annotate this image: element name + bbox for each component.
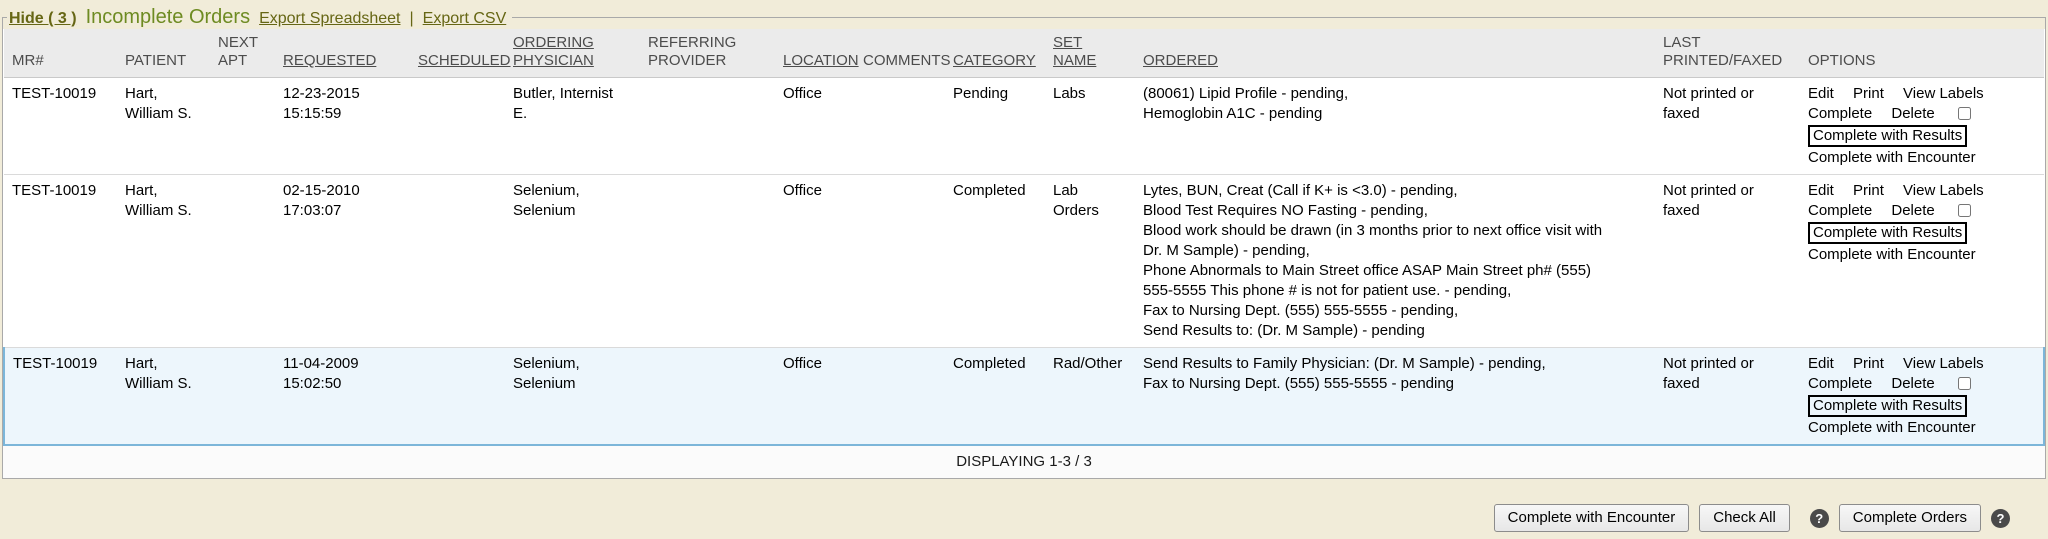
complete-link[interactable]: Complete [1808,202,1872,219]
cell-requested: 02-15-2010 17:03:07 [275,175,410,348]
cell-location: Office [775,78,855,175]
cell-ordering-physician: Selenium, Selenium [505,348,640,446]
help-icon[interactable]: ? [1810,509,1829,528]
column-header-mr: MR# [4,29,117,78]
cell-last-printed: Not printed or faxed [1655,175,1800,348]
cell-mr: TEST-10019 [4,348,117,446]
cell-scheduled [410,348,505,446]
edit-link[interactable]: Edit [1808,85,1834,102]
cell-category: Pending [945,78,1045,175]
print-link[interactable]: Print [1853,182,1884,199]
cell-ordered: Lytes, BUN, Creat (Call if K+ is <3.0) -… [1135,175,1655,348]
cell-ordered: (80061) Lipid Profile - pending, Hemoglo… [1135,78,1655,175]
cell-last-printed: Not printed or faxed [1655,78,1800,175]
cell-category: Completed [945,348,1045,446]
complete-with-results-link[interactable]: Complete with Results [1808,222,1967,244]
column-header-category[interactable]: CATEGORY [945,29,1045,78]
cell-set-name: Rad/Other [1045,348,1135,446]
cell-category: Completed [945,175,1045,348]
edit-link[interactable]: Edit [1808,355,1834,372]
cell-patient: Hart, William S. [117,78,210,175]
cell-next-apt [210,78,275,175]
complete-orders-button[interactable]: Complete Orders [1839,504,1981,532]
cell-options: Edit Print View Labels Complete Delete C… [1800,348,2044,446]
cell-mr: TEST-10019 [4,175,117,348]
column-header-ordered[interactable]: ORDERED [1135,29,1655,78]
cell-comments [855,78,945,175]
check-all-button[interactable]: Check All [1699,504,1790,532]
cell-referring-provider [640,78,775,175]
delete-link[interactable]: Delete [1891,375,1934,392]
column-header-referring-provider: REFERRING PROVIDER [640,29,775,78]
cell-requested: 12-23-2015 15:15:59 [275,78,410,175]
complete-with-results-link[interactable]: Complete with Results [1808,125,1967,147]
view-labels-link[interactable]: View Labels [1903,85,1984,102]
order-select-checkbox[interactable] [1958,107,1971,120]
cell-referring-provider [640,175,775,348]
export-csv-link[interactable]: Export CSV [423,10,507,28]
cell-patient: Hart, William S. [117,348,210,446]
order-row-selected: TEST-10019 Hart, William S. 11-04-2009 1… [4,348,2044,446]
cell-scheduled [410,78,505,175]
cell-comments [855,348,945,446]
delete-link[interactable]: Delete [1891,202,1934,219]
cell-comments [855,175,945,348]
column-header-patient: PATIENT [117,29,210,78]
cell-set-name: Labs [1045,78,1135,175]
cell-options: Edit Print View Labels Complete Delete C… [1800,78,2044,175]
complete-link[interactable]: Complete [1808,375,1872,392]
complete-with-results-link[interactable]: Complete with Results [1808,395,1967,417]
edit-link[interactable]: Edit [1808,182,1834,199]
view-labels-link[interactable]: View Labels [1903,182,1984,199]
cell-patient: Hart, William S. [117,175,210,348]
cell-referring-provider [640,348,775,446]
complete-link[interactable]: Complete [1808,105,1872,122]
column-header-options: OPTIONS [1800,29,2044,78]
complete-with-encounter-link[interactable]: Complete with Encounter [1808,149,1976,166]
cell-ordering-physician: Butler, Internist E. [505,78,640,175]
cell-last-printed: Not printed or faxed [1655,348,1800,446]
cell-set-name: Lab Orders [1045,175,1135,348]
cell-next-apt [210,348,275,446]
export-spreadsheet-link[interactable]: Export Spreadsheet [259,10,400,28]
complete-with-encounter-link[interactable]: Complete with Encounter [1808,419,1976,436]
view-labels-link[interactable]: View Labels [1903,355,1984,372]
panel-title: Incomplete Orders [86,6,251,29]
cell-ordered: Send Results to Family Physician: (Dr. M… [1135,348,1655,446]
incomplete-orders-panel: Hide ( 3 ) Incomplete Orders Export Spre… [2,6,2046,479]
cell-options: Edit Print View Labels Complete Delete C… [1800,175,2044,348]
order-row: TEST-10019 Hart, William S. 12-23-2015 1… [4,78,2044,175]
order-select-checkbox[interactable] [1958,377,1971,390]
legend-divider: | [410,10,414,28]
order-select-checkbox[interactable] [1958,204,1971,217]
print-link[interactable]: Print [1853,85,1884,102]
column-header-location[interactable]: LOCATION [775,29,855,78]
print-link[interactable]: Print [1853,355,1884,372]
cell-location: Office [775,348,855,446]
cell-requested: 11-04-2009 15:02:50 [275,348,410,446]
column-header-comments: COMMENTS [855,29,945,78]
cell-next-apt [210,175,275,348]
cell-ordering-physician: Selenium, Selenium [505,175,640,348]
orders-table: MR# PATIENT NEXT APT REQUESTED SCHEDULED… [3,29,2045,446]
displaying-status: DISPLAYING 1-3 / 3 [3,446,2045,478]
delete-link[interactable]: Delete [1891,105,1934,122]
cell-location: Office [775,175,855,348]
column-header-set-name[interactable]: SET NAME [1045,29,1135,78]
column-header-ordering-physician[interactable]: ORDERING PHYSICIAN [505,29,640,78]
hide-link[interactable]: Hide ( 3 ) [9,10,77,28]
footer-buttons: Complete with Encounter Check All ? Comp… [0,479,2048,532]
order-row: TEST-10019 Hart, William S. 02-15-2010 1… [4,175,2044,348]
complete-with-encounter-button[interactable]: Complete with Encounter [1494,504,1690,532]
cell-mr: TEST-10019 [4,78,117,175]
column-header-scheduled[interactable]: SCHEDULED [410,29,505,78]
complete-with-encounter-link[interactable]: Complete with Encounter [1808,246,1976,263]
column-header-last-printed: LAST PRINTED/FAXED [1655,29,1800,78]
cell-scheduled [410,175,505,348]
column-header-next-apt: NEXT APT [210,29,275,78]
table-header-row: MR# PATIENT NEXT APT REQUESTED SCHEDULED… [4,29,2044,78]
help-icon[interactable]: ? [1991,509,2010,528]
column-header-requested[interactable]: REQUESTED [275,29,410,78]
panel-legend: Hide ( 3 ) Incomplete Orders Export Spre… [7,6,512,29]
